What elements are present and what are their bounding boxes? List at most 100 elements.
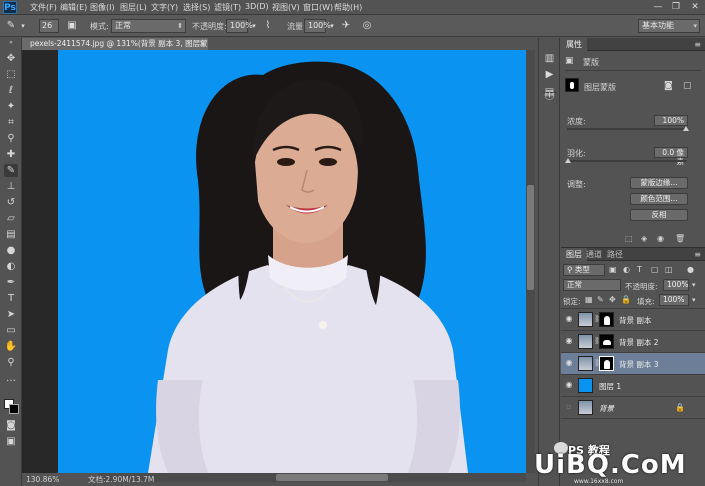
brush-size-picker[interactable]: 26	[39, 19, 59, 33]
blur-tool-icon[interactable]: ●	[4, 244, 18, 257]
brush-tool-icon[interactable]: ✎	[5, 20, 17, 32]
restore-button[interactable]: ❐	[668, 1, 684, 13]
menu-window[interactable]: 窗口(W)	[303, 2, 333, 13]
horizontal-scroll-thumb[interactable]	[276, 474, 388, 481]
minimize-button[interactable]: —	[650, 1, 666, 13]
canvas-area[interactable]	[22, 50, 531, 473]
visibility-eye-icon[interactable]: ▫	[564, 402, 574, 412]
layer-kind-filter[interactable]: ⚲ 类型	[563, 264, 605, 276]
menu-select[interactable]: 选择(S)	[183, 2, 210, 13]
gradient-tool-icon[interactable]: ▤	[4, 228, 18, 241]
tool-preset-arrow-icon[interactable]: ▾	[17, 20, 29, 32]
layer-mask-thumbnail[interactable]	[599, 312, 614, 327]
layer-mask-thumbnail[interactable]	[599, 334, 614, 349]
history-icon[interactable]: ▥	[543, 52, 556, 65]
layer-row[interactable]: ◉ ⛓ 背景 副本 2	[561, 331, 705, 353]
color-range-button[interactable]: 颜色范围...	[630, 193, 688, 205]
fill-dropdown-icon[interactable]: ▾	[692, 296, 696, 304]
lasso-tool-icon[interactable]: ℓ	[4, 84, 18, 97]
panel-menu-icon[interactable]: ≡	[694, 38, 701, 51]
tab-paths[interactable]: 路径	[602, 248, 628, 261]
brush-tool-icon[interactable]: ✎	[4, 164, 18, 177]
filter-toggle-icon[interactable]: ●	[687, 265, 694, 274]
layer-name[interactable]: 图层 1	[599, 381, 621, 392]
horizontal-scrollbar[interactable]	[98, 473, 526, 482]
filter-pixel-icon[interactable]: ▣	[609, 265, 617, 274]
menu-filter[interactable]: 滤镜(T)	[214, 2, 241, 13]
tab-properties[interactable]: 属性	[561, 38, 587, 51]
lock-pixels-icon[interactable]: ✎	[597, 295, 604, 304]
menu-help[interactable]: 帮助(H)	[334, 2, 362, 13]
dodge-tool-icon[interactable]: ◐	[4, 260, 18, 273]
layer-row[interactable]: ◉ 图层 1	[561, 375, 705, 397]
quick-mask-icon[interactable]: ◙	[4, 419, 18, 432]
pressure-opacity-icon[interactable]: ⌇	[262, 20, 274, 32]
invert-button[interactable]: 反相	[630, 209, 688, 221]
apply-mask-icon[interactable]: ◈	[641, 234, 647, 243]
mode-select[interactable]: 正常 ⬍	[111, 19, 186, 33]
enable-mask-icon[interactable]: ◉	[657, 234, 664, 243]
menu-type[interactable]: 文字(Y)	[151, 2, 178, 13]
opacity-dropdown-icon[interactable]: ▾	[692, 281, 696, 289]
layer-row[interactable]: ▫ 背景 🔒	[561, 397, 705, 419]
visibility-eye-icon[interactable]: ◉	[564, 336, 574, 346]
layer-opacity-input[interactable]: 100%	[663, 279, 689, 291]
crop-tool-icon[interactable]: ⌗	[4, 116, 18, 129]
healing-brush-tool-icon[interactable]: ✚	[4, 148, 18, 161]
close-tab-icon[interactable]: ×	[199, 38, 206, 50]
visibility-eye-icon[interactable]: ◉	[564, 358, 574, 368]
close-button[interactable]: ✕	[687, 1, 703, 13]
more-tools-icon[interactable]: …	[4, 372, 18, 385]
fill-input[interactable]: 100%	[659, 294, 689, 306]
layer-name[interactable]: 背景 副本 2	[619, 337, 659, 348]
blend-mode-select[interactable]: 正常	[563, 279, 621, 291]
menu-layer[interactable]: 图层(L)	[120, 2, 147, 13]
layer-row-selected[interactable]: ◉ ⛓ 背景 副本 3	[561, 353, 705, 375]
type-tool-icon[interactable]: T	[4, 292, 18, 305]
mask-edge-button[interactable]: 蒙版边缘...	[630, 177, 688, 189]
brush-panel-icon[interactable]: ▣	[66, 20, 78, 32]
menu-3d[interactable]: 3D(D)	[245, 2, 269, 11]
eraser-tool-icon[interactable]: ▱	[4, 212, 18, 225]
quick-select-tool-icon[interactable]: ✦	[4, 100, 18, 113]
vector-mask-icon[interactable]: ▢	[683, 81, 692, 91]
eyedropper-tool-icon[interactable]: ⚲	[4, 132, 18, 145]
layer-mask-thumbnail[interactable]	[565, 78, 579, 92]
filter-type-icon[interactable]: T	[637, 265, 642, 274]
layer-mask-thumbnail[interactable]	[599, 356, 614, 371]
document-info[interactable]: 文档:2.90M/13.7M	[88, 473, 154, 486]
vertical-scroll-thumb[interactable]	[527, 185, 534, 290]
lock-position-icon[interactable]: ✥	[609, 295, 616, 304]
load-selection-icon[interactable]: ⬚	[625, 234, 633, 243]
image-canvas[interactable]	[58, 50, 531, 473]
panel-menu-icon[interactable]: ≡	[694, 248, 701, 261]
vertical-scrollbar[interactable]	[526, 50, 535, 473]
play-icon[interactable]: ▶	[543, 68, 556, 81]
menu-edit[interactable]: 编辑(E)	[60, 2, 87, 13]
document-tab[interactable]: pexels-2411574.jpg @ 131%(背景 副本 3, 图层蒙版/…	[22, 38, 208, 50]
zoom-tool-icon[interactable]: ⚲	[4, 356, 18, 369]
layer-name[interactable]: 背景 副本 3	[619, 359, 659, 370]
density-slider[interactable]	[567, 128, 687, 130]
layer-name[interactable]: 背景	[599, 403, 614, 414]
filter-shape-icon[interactable]: ▢	[651, 265, 659, 274]
lock-transparent-icon[interactable]: ▦	[585, 295, 593, 304]
visibility-eye-icon[interactable]: ◉	[564, 380, 574, 390]
workspace-select[interactable]: 基本功能 ▾	[638, 19, 700, 33]
visibility-eye-icon[interactable]: ◉	[564, 314, 574, 324]
airbrush-icon[interactable]: ✈	[340, 20, 352, 32]
clone-stamp-tool-icon[interactable]: ⊥	[4, 180, 18, 193]
info-icon[interactable]: ⓘ	[543, 90, 556, 103]
path-select-tool-icon[interactable]: ➤	[4, 308, 18, 321]
feather-slider[interactable]	[567, 160, 687, 162]
flow-dropdown-icon[interactable]: ▾	[326, 20, 338, 32]
move-tool-icon[interactable]: ✥	[4, 52, 18, 65]
hand-tool-icon[interactable]: ✋	[4, 340, 18, 353]
filter-adjust-icon[interactable]: ◐	[623, 265, 630, 274]
pressure-size-icon[interactable]: ◎	[361, 20, 373, 32]
shape-tool-icon[interactable]: ▭	[4, 324, 18, 337]
delete-mask-icon[interactable]: 🗑	[675, 234, 685, 243]
history-brush-tool-icon[interactable]: ↺	[4, 196, 18, 209]
collapse-icon[interactable]: »	[4, 40, 18, 46]
menu-view[interactable]: 视图(V)	[272, 2, 300, 13]
